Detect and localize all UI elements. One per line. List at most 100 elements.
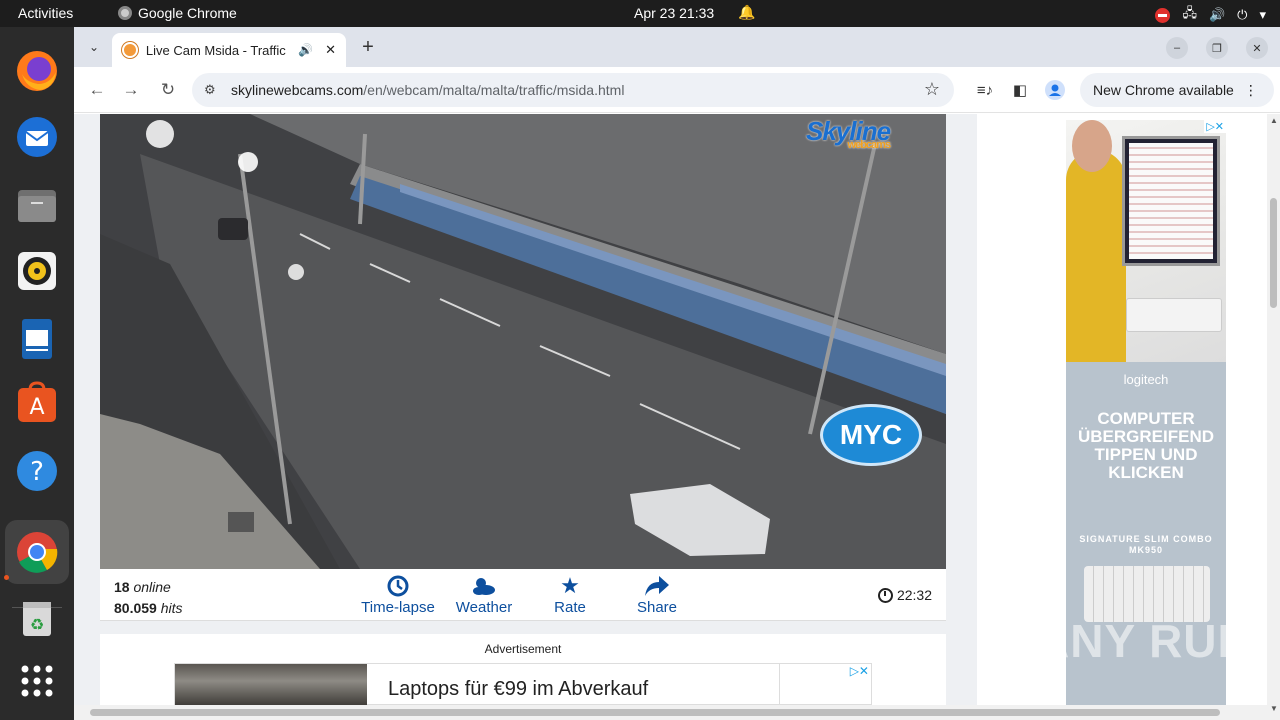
ad-banner-image — [175, 664, 367, 705]
adchoices-close-icon[interactable]: ▷✕ — [850, 664, 869, 678]
address-bar[interactable]: ⚙ skylinewebcams.com/en/webcam/malta/mal… — [192, 73, 954, 107]
writer-icon[interactable] — [13, 315, 61, 363]
rate-button[interactable]: ★ Rate — [550, 573, 590, 616]
main-content: Skyline webcams MYC 18 online 80.059 hits… — [100, 114, 946, 705]
ad-photo — [1066, 120, 1226, 362]
ad-banner-text: Laptops für €99 im Abverkauf — [388, 678, 649, 700]
online-label: online — [133, 579, 171, 595]
kebab-menu-icon[interactable]: ⋮ — [1244, 82, 1258, 99]
ad-person — [1066, 150, 1126, 362]
back-button[interactable]: ← — [86, 79, 108, 101]
hits-count: 80.059 — [114, 600, 157, 616]
local-time-value: 22:32 — [896, 587, 932, 603]
timelapse-label: Time-lapse — [361, 599, 435, 616]
tab-close-icon[interactable]: ✕ — [325, 42, 336, 58]
rhythmbox-icon[interactable] — [13, 247, 61, 295]
media-controls-icon[interactable]: ≡♪ — [974, 79, 996, 101]
help-icon[interactable]: ? — [13, 447, 61, 495]
reload-button[interactable]: ↻ — [157, 79, 179, 101]
share-button[interactable]: Share — [634, 573, 680, 616]
url-text[interactable]: skylinewebcams.com/en/webcam/malta/malta… — [231, 82, 624, 98]
clock-icon — [877, 587, 893, 603]
ad-monitor — [1122, 136, 1220, 266]
ubuntu-software-icon[interactable]: A — [13, 379, 61, 427]
dock: A ? ♻ — [0, 27, 74, 720]
network-icon: 🖧 — [1182, 5, 1197, 20]
app-menu[interactable]: Google Chrome — [118, 5, 237, 21]
vertical-scroll-thumb[interactable] — [1270, 198, 1277, 308]
site-info-icon[interactable]: ⚙ — [204, 82, 216, 98]
files-icon[interactable] — [13, 181, 61, 229]
tab-audio-icon[interactable]: 🔊 — [298, 43, 313, 57]
trash-icon[interactable]: ♻ — [13, 595, 61, 643]
chrome-small-icon — [118, 6, 132, 20]
system-top-bar: Activities Google Chrome Apr 23 21:33 🔔 … — [0, 0, 1280, 27]
profile-avatar-icon[interactable] — [1044, 79, 1066, 101]
ad-headline: COMPUTER ÜBERGREIFEND TIPPEN UND KLICKEN — [1077, 409, 1214, 482]
vertical-scrollbar[interactable]: ▲ ▼ — [1267, 114, 1280, 720]
browser-toolbar: ← → ↻ ⚙ skylinewebcams.com/en/webcam/mal… — [74, 67, 1280, 113]
bookmark-star-icon[interactable]: ☆ — [924, 79, 940, 100]
timelapse-button[interactable]: Time-lapse — [361, 573, 435, 616]
share-label: Share — [636, 599, 678, 616]
scroll-up-icon[interactable]: ▲ — [1270, 116, 1278, 125]
volume-icon: 🔊 — [1208, 7, 1226, 22]
thunderbird-icon[interactable] — [13, 113, 61, 161]
adchoices-close-icon[interactable]: ▷✕ — [1204, 120, 1226, 133]
ad-brand: logitech — [1123, 372, 1169, 387]
local-time: 22:32 — [877, 587, 932, 603]
running-indicator — [4, 575, 9, 580]
tab-live-cam[interactable]: Live Cam Msida - Traffic 🔊 ✕ — [112, 33, 346, 67]
weather-icon — [454, 573, 514, 599]
weather-label: Weather — [455, 599, 513, 616]
ad-divider — [779, 664, 780, 705]
advertisement-section: Advertisement Laptops für €99 im Abverka… — [100, 634, 946, 705]
power-icon: ⏻ — [1237, 7, 1248, 22]
scroll-down-icon[interactable]: ▼ — [1270, 704, 1278, 713]
advertisement-label: Advertisement — [484, 642, 562, 656]
webcam-info-bar: 18 online 80.059 hits Time-lapse Weather — [100, 569, 946, 621]
webcam-player[interactable]: Skyline webcams MYC — [100, 114, 946, 569]
url-path: /en/webcam/malta/malta/traffic/msida.htm… — [363, 82, 625, 98]
rate-label: Rate — [554, 599, 586, 616]
activities-button[interactable]: Activities — [18, 5, 73, 21]
update-label: New Chrome available — [1093, 82, 1234, 98]
show-applications-icon[interactable] — [13, 657, 61, 705]
share-icon — [634, 573, 680, 599]
tab-search-chevron-icon[interactable]: ⌄ — [82, 35, 106, 59]
recording-indicator-icon — [1155, 7, 1171, 23]
horizontal-scrollbar[interactable] — [74, 705, 1267, 720]
hits-label: hits — [160, 600, 183, 616]
chrome-icon[interactable] — [13, 528, 61, 576]
ad-person-head — [1072, 120, 1112, 172]
svg-text:♻: ♻ — [30, 615, 44, 634]
minimize-button[interactable]: – — [1166, 37, 1188, 59]
tab-title: Live Cam Msida - Traffic — [145, 42, 286, 58]
chevron-down-icon: ▾ — [1259, 7, 1266, 22]
forward-button[interactable]: → — [120, 79, 142, 101]
system-tray[interactable]: 🖧 🔊 ⏻ ▾ — [1155, 4, 1266, 26]
online-count: 18 — [114, 579, 130, 595]
weather-button[interactable]: Weather — [454, 573, 514, 616]
ad-monitor-screen — [1129, 143, 1213, 259]
clock[interactable]: Apr 23 21:33 — [634, 5, 714, 21]
skyline-watermark-logo: Skyline webcams — [806, 116, 891, 151]
app-menu-label: Google Chrome — [138, 5, 237, 21]
horizontal-scroll-thumb[interactable] — [90, 709, 1220, 716]
webcam-frame — [100, 114, 946, 569]
viewer-stats: 18 online 80.059 hits — [114, 577, 183, 619]
url-domain: skylinewebcams.com — [231, 82, 364, 98]
notification-bell-icon[interactable]: 🔔 — [738, 4, 755, 21]
firefox-icon[interactable] — [13, 47, 61, 95]
ad-banner[interactable]: Laptops für €99 im Abverkauf ▷✕ — [174, 663, 872, 705]
timelapse-icon — [361, 573, 435, 599]
new-tab-button[interactable]: + — [356, 35, 380, 59]
update-chrome-button[interactable]: New Chrome available ⋮ — [1080, 73, 1274, 107]
maximize-button[interactable]: ❐ — [1206, 37, 1228, 59]
side-panel-icon[interactable]: ◧ — [1009, 79, 1031, 101]
close-window-button[interactable]: ✕ — [1246, 37, 1268, 59]
svg-text:?: ? — [30, 457, 44, 487]
ad-keyboard — [1126, 298, 1222, 332]
star-icon: ★ — [560, 573, 580, 598]
tab-strip: ⌄ Live Cam Msida - Traffic 🔊 ✕ + – ❐ ✕ — [74, 27, 1280, 67]
